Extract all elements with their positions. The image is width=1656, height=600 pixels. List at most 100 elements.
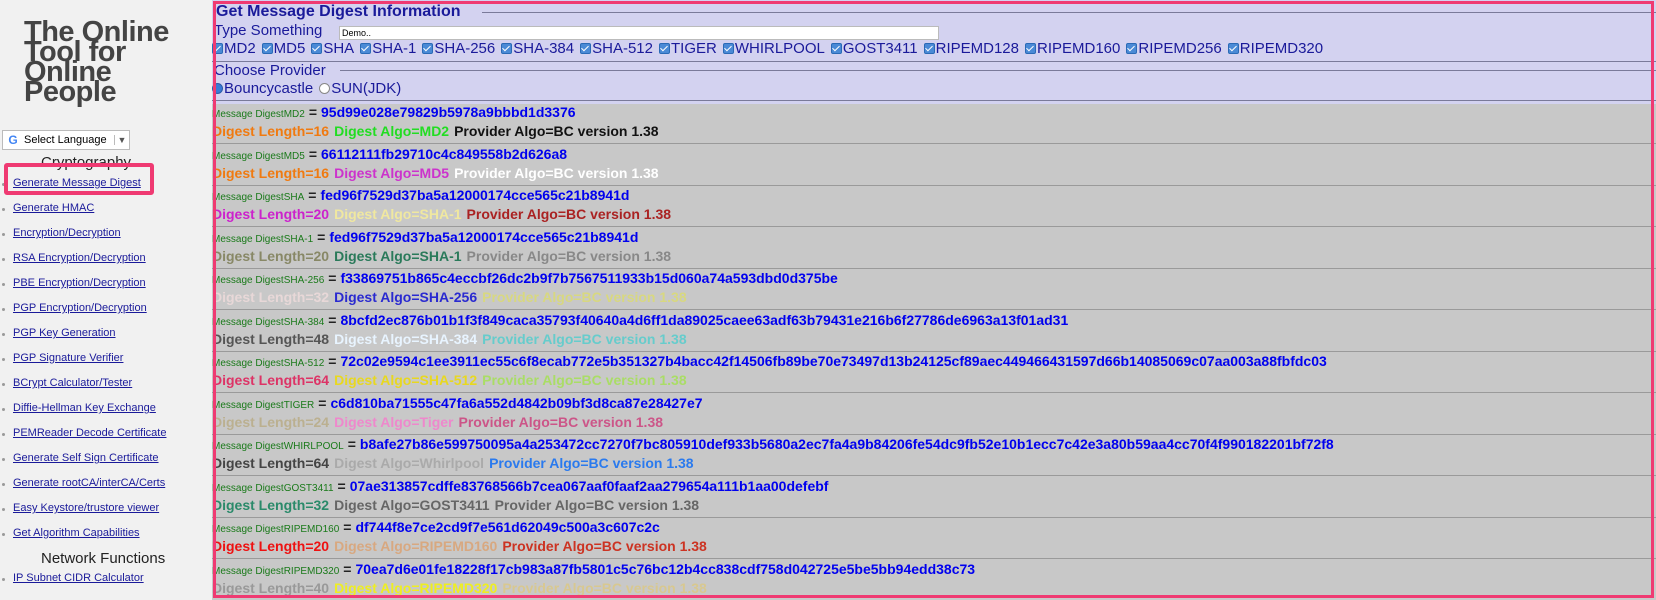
result-provider: Provider Algo=BC version 1.38 [482,289,687,305]
result-hash-row: Message Digest MD2 = 95d99e028e79829b5978a… [212,104,576,120]
checkbox-checked-icon[interactable] [722,43,734,54]
checkbox-whirlpool[interactable]: WHIRLPOOL [722,40,825,57]
result-digest-length: Digest Length=32 [212,496,330,513]
divider [482,12,1656,13]
checkbox-ripemd128[interactable]: RIPEMD128 [923,40,1019,57]
result-prefix: Message Digest [212,233,284,245]
sidebar-link-label: BCrypt Calculator/Tester [13,377,133,389]
checkbox-sha-256[interactable]: SHA-256 [422,40,495,57]
site-logo[interactable]: The Online Tool for Online People [24,18,194,107]
checkbox-checked-icon[interactable] [501,43,513,54]
checkbox-label: SHA [323,40,355,57]
provider-label: Choose Provider [214,62,326,79]
checkbox-checked-icon[interactable] [1126,43,1138,54]
checkbox-gost3411[interactable]: GOST3411 [830,40,918,57]
result-provider: Provider Algo=BC version 1.38 [458,413,664,430]
checkbox-sha[interactable]: SHA [311,40,354,57]
result-provider: Provider Algo=BC version 1.38 [494,496,700,513]
chevron-down-icon: ▼ [114,135,129,145]
checkbox-sha-512[interactable]: SHA-512 [580,40,653,57]
result-hash-value: 70ea7d6e01fe18228f17cb983a87fb5801c5c76b… [355,560,976,577]
sidebar-link-label: Generate Self Sign Certificate [13,452,159,464]
checkbox-checked-icon[interactable] [580,43,592,54]
checkbox-ripemd320[interactable]: RIPEMD320 [1227,40,1323,57]
sidebar-link-pgp-signature-verifier[interactable]: PGP Signature Verifier [0,352,123,364]
result-digest-length: Digest Length=16 [212,123,330,139]
checkbox-checked-icon[interactable] [422,43,434,54]
result-meta-row: Digest Length=64 Digest Algo=Whirlpool Pro… [212,455,699,471]
result-digest-length: Digest Length=64 [212,372,330,388]
checkbox-checked-icon[interactable] [830,43,842,54]
sidebar-link-ip-subnet[interactable]: IP Subnet CIDR Calculator [0,572,144,584]
result-algo-name: RIPEMD320 [283,565,340,577]
sidebar-link-pemreader-decode-certificate[interactable]: PEMReader Decode Certificate [0,427,166,439]
radio-button-icon[interactable] [319,83,331,94]
algorithm-checkboxes: MD2 MD5 SHA SHA-1 SHA-256 SHA-384 SHA-512 TIGER… [212,40,1329,57]
checkbox-checked-icon[interactable] [212,43,223,54]
result-meta-row: Digest Length=16 Digest Algo=MD5 Provider … [212,165,664,181]
checkbox-label: MD5 [273,40,306,57]
checkbox-checked-icon[interactable] [659,43,670,54]
language-select[interactable]: G Select Language ▼ [2,130,130,150]
equals-sign: = [328,353,337,369]
text-input[interactable]: Demo.. [339,26,939,40]
checkbox-label: SHA-1 [372,40,417,57]
type-something-label: Type Something [214,22,323,39]
result-digest-algo: Digest Algo=RIPEMD160 [334,538,498,554]
checkbox-checked-icon[interactable] [923,43,935,54]
checkbox-ripemd160[interactable]: RIPEMD160 [1025,40,1120,57]
google-icon: G [8,133,18,147]
checkbox-checked-icon[interactable] [360,43,372,54]
result-algo-name: SHA-256 [283,275,325,286]
radio-bouncycastle[interactable]: Bouncycastle [212,80,313,97]
checkbox-sha-384[interactable]: SHA-384 [501,40,574,57]
checkbox-md5[interactable]: MD5 [261,40,306,57]
result-algo-name: SHA-1 [283,233,314,245]
checkbox-md2[interactable]: MD2 [212,40,256,57]
checkbox-ripemd256[interactable]: RIPEMD256 [1126,40,1222,57]
sidebar-link-pgp-encryption-decryption[interactable]: PGP Encryption/Decryption [0,302,147,314]
checkbox-checked-icon[interactable] [311,43,323,54]
result-hash-value: 8bcfd2ec876b01b1f3f849caca35793f40640a4d… [340,311,1069,328]
checkbox-checked-icon[interactable] [1227,43,1239,54]
result-hash-value: 66112111fb29710c4c849558b2d626a8 [321,145,568,162]
result-meta-row: Digest Length=16 Digest Algo=MD2 Provider … [212,123,664,139]
result-digest-algo: Digest Algo=MD5 [334,164,450,181]
checkbox-label: TIGER [671,40,717,57]
result-algo-name: MD5 [283,150,305,162]
sidebar-link-bcrypt-calculator-tester[interactable]: BCrypt Calculator/Tester [0,377,132,389]
sidebar-link-get-algorithm-capabilities[interactable]: Get Algorithm Capabilities [0,527,140,539]
sidebar-link-diffie-hellman-key-exchange[interactable]: Diffie-Hellman Key Exchange [0,402,156,414]
result-prefix: Message Digest [212,192,284,203]
sidebar-link-rsa-encryption-decryption[interactable]: RSA Encryption/Decryption [0,252,146,264]
radio-sun-jdk[interactable]: SUN(JDK) [319,80,401,97]
equals-sign: = [328,270,337,286]
result-divider [212,226,1656,227]
sidebar-link-generate-rootca-interca-certs[interactable]: Generate rootCA/interCA/Certs [0,477,165,489]
checkbox-checked-icon[interactable] [1025,43,1036,54]
radio-button-icon[interactable] [212,83,223,94]
sidebar-link-encryption-decryption[interactable]: Encryption/Decryption [0,227,121,239]
checkbox-tiger[interactable]: TIGER [659,40,717,57]
result-prefix: Message Digest [212,399,284,411]
sidebar-link-label: Easy Keystore/trustore viewer [13,502,160,514]
result-prefix: Message Digest [212,524,284,535]
checkbox-label: SHA-256 [434,40,496,57]
checkbox-sha-1[interactable]: SHA-1 [360,40,416,57]
sidebar-link-generate-hmac[interactable]: Generate HMAC [0,202,94,214]
result-algo-name: TIGER [283,399,315,411]
result-digest-algo: Digest Algo=SHA-1 [334,206,462,222]
checkbox-checked-icon[interactable] [261,43,273,54]
result-hash-value: df744f8e7ce2cd9f7e561d62049c500a3c607c2c [355,519,660,535]
checkbox-label: RIPEMD160 [1037,40,1121,57]
result-algo-name: SHA-384 [283,316,325,328]
sidebar-link-generate-self-sign-certificate[interactable]: Generate Self Sign Certificate [0,452,159,464]
form-title: Get Message Digest Information [216,3,461,20]
result-divider [212,475,1656,476]
result-hash-row: Message Digest SHA-1 = fed96f7529d37ba5a12… [212,229,638,245]
result-meta-row: Digest Length=64 Digest Algo=SHA-512 Provi… [212,372,692,388]
sidebar-link-easy-keystore-trustore-viewer[interactable]: Easy Keystore/trustore viewer [0,502,159,514]
result-hash-row: Message Digest SHA-256 = f33869751b865c4ec… [212,270,838,286]
sidebar-link-pgp-key-generation[interactable]: PGP Key Generation [0,327,116,339]
sidebar-link-pbe-encryption-decryption[interactable]: PBE Encryption/Decryption [0,277,146,289]
